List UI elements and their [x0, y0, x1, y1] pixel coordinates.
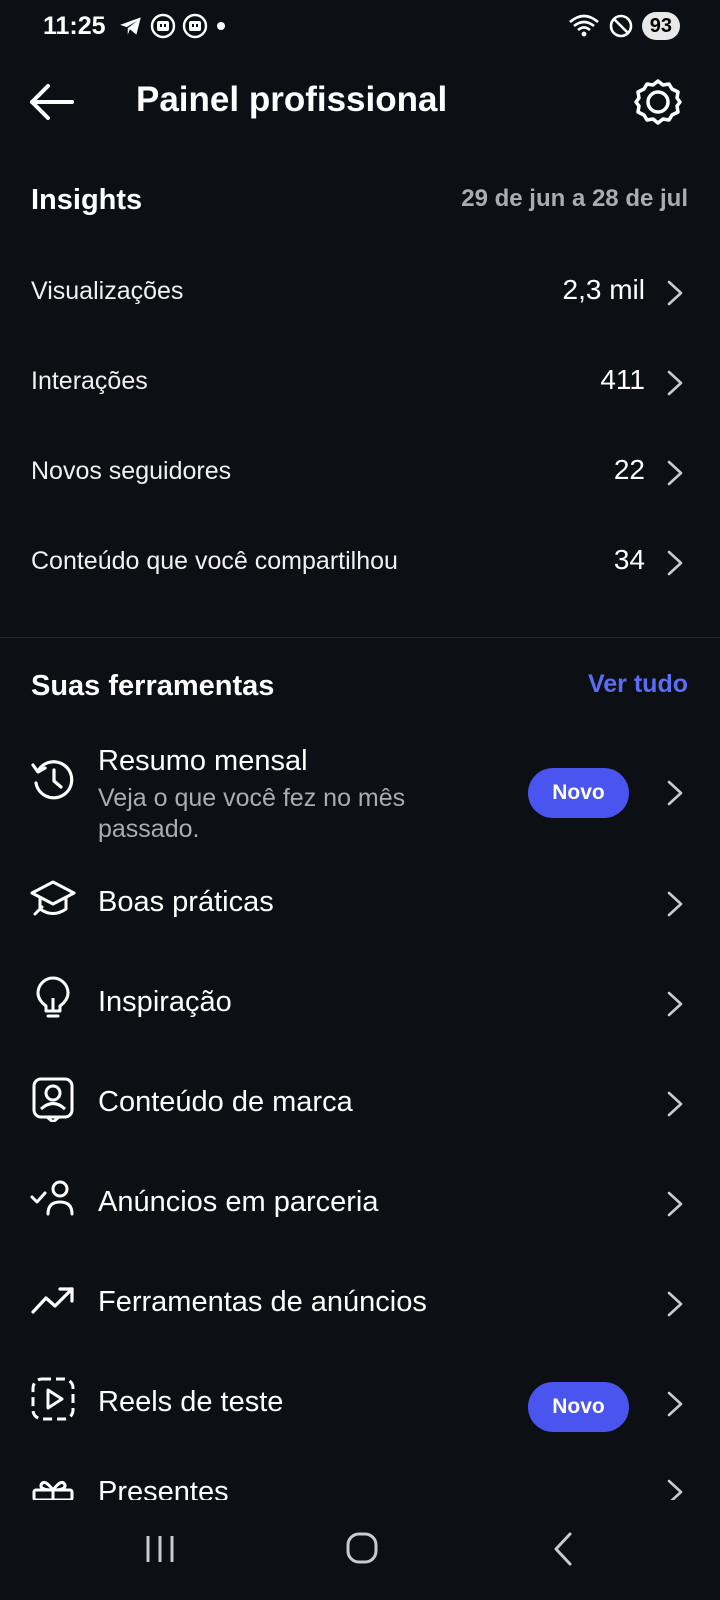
tool-row-branded-content[interactable]: Conteúdo de marca [0, 1056, 720, 1156]
tool-label: Inspiração [98, 986, 232, 1018]
lightbulb-icon [36, 976, 70, 1018]
trial-reels-icon [31, 1377, 75, 1421]
tool-label: Reels de teste [98, 1386, 284, 1418]
status-left-icons [118, 13, 228, 39]
tool-label: Boas práticas [98, 886, 274, 918]
tools-title: Suas ferramentas [31, 670, 275, 702]
insight-label: Novos seguidores [31, 457, 232, 485]
chevron-right-icon [667, 370, 683, 396]
insights-title: Insights [31, 184, 143, 216]
insight-value: 411 [600, 364, 645, 395]
gift-icon [32, 1480, 74, 1500]
battery-indicator: 93 [641, 12, 680, 40]
status-right: 93 [568, 12, 680, 40]
status-bar: 11:25 93 [0, 0, 720, 54]
system-nav-bar [0, 1500, 720, 1600]
graduation-cap-icon [30, 880, 76, 916]
status-time: 11:25 [43, 12, 106, 40]
gear-icon[interactable] [634, 78, 682, 126]
trending-up-icon [31, 1287, 74, 1314]
tool-row-best-practices[interactable]: Boas práticas [0, 856, 720, 956]
chevron-right-icon [667, 780, 683, 806]
back-icon[interactable] [534, 1524, 594, 1574]
tool-label: Conteúdo de marca [98, 1086, 353, 1118]
insight-label: Visualizações [31, 277, 184, 305]
insight-row-interactions[interactable]: Interações 411 [0, 339, 720, 427]
new-badge: Novo [528, 1382, 629, 1432]
chevron-right-icon [667, 1191, 683, 1217]
wifi-icon [568, 14, 599, 37]
history-clock-icon [31, 760, 74, 800]
tool-label: Presentes [98, 1476, 229, 1500]
tool-row-trial-reels[interactable]: Reels de teste Novo [0, 1356, 720, 1456]
tool-label: Resumo mensal [98, 745, 308, 777]
notification-icon [182, 13, 208, 39]
tool-row-monthly-summary[interactable]: Resumo mensal Veja o que você fez no mês… [0, 735, 720, 850]
chevron-right-icon [667, 891, 683, 917]
new-badge: Novo [528, 768, 629, 818]
page-title: Painel profissional [136, 80, 448, 119]
home-icon[interactable] [332, 1524, 392, 1574]
arrow-left-icon[interactable] [28, 80, 76, 124]
insight-value: 22 [613, 454, 645, 485]
tool-row-ad-tools[interactable]: Ferramentas de anúncios [0, 1256, 720, 1356]
tool-label: Ferramentas de anúncios [98, 1286, 427, 1318]
date-range[interactable]: 29 de jun a 28 de jul [461, 185, 688, 213]
partnership-ads-icon [30, 1180, 74, 1216]
tool-row-partnership-ads[interactable]: Anúncios em parceria [0, 1156, 720, 1256]
chevron-right-icon [667, 550, 683, 576]
insight-value: 34 [613, 544, 645, 575]
see-all-link[interactable]: Ver tudo [588, 670, 688, 699]
insight-label: Conteúdo que você compartilhou [31, 547, 398, 575]
do-not-disturb-icon [609, 14, 633, 38]
recent-apps-icon[interactable] [130, 1524, 190, 1574]
tool-subtitle: Veja o que você fez no mês passado. [98, 784, 406, 843]
chevron-right-icon [667, 280, 683, 306]
insight-row-views[interactable]: Visualizações 2,3 mil [0, 249, 720, 337]
tool-label: Anúncios em parceria [98, 1186, 379, 1218]
insight-label: Interações [31, 367, 148, 395]
chevron-right-icon [667, 1291, 683, 1317]
branded-content-icon [32, 1077, 74, 1122]
dot-icon [217, 22, 225, 30]
tool-row-inspiration[interactable]: Inspiração [0, 956, 720, 1056]
chevron-right-icon [667, 460, 683, 486]
tool-row-gifts[interactable]: Presentes [0, 1456, 720, 1500]
chevron-right-icon [667, 991, 683, 1017]
chevron-right-icon [667, 1091, 683, 1117]
notification-icon [150, 13, 176, 39]
chevron-right-icon [667, 1479, 683, 1500]
insight-row-new-followers[interactable]: Novos seguidores 22 [0, 429, 720, 517]
insight-value: 2,3 mil [562, 274, 645, 305]
telegram-icon [120, 17, 141, 35]
app-header: Painel profissional [0, 62, 720, 142]
insight-row-content-shared[interactable]: Conteúdo que você compartilhou 34 [0, 519, 720, 607]
chevron-right-icon [667, 1391, 683, 1417]
section-divider [0, 637, 720, 638]
